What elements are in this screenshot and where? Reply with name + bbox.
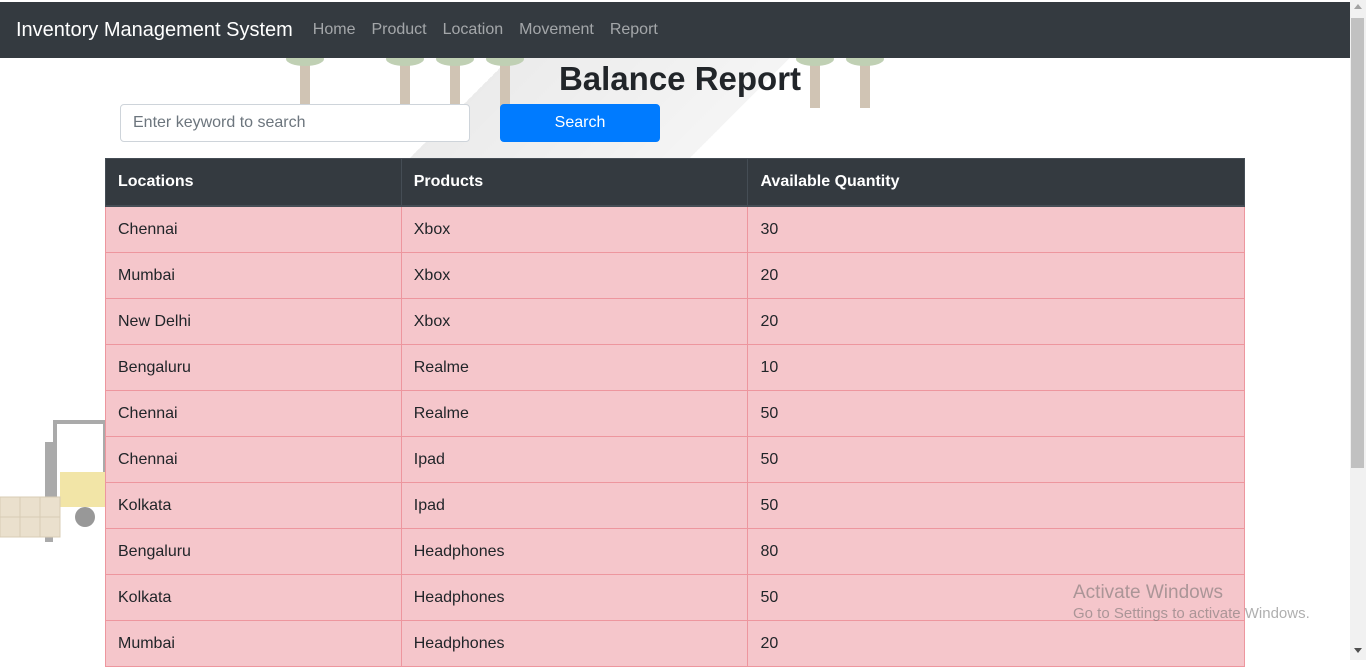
table-row: Chennai Ipad 50 (105, 436, 1245, 483)
vertical-scrollbar[interactable] (1350, 0, 1366, 660)
column-header-products: Products (400, 158, 749, 207)
quantity-cell: 80 (747, 528, 1245, 575)
navbar-brand[interactable]: Inventory Management System (16, 19, 293, 42)
location-cell: Kolkata (105, 482, 402, 529)
watermark-title: Activate Windows (1073, 582, 1223, 603)
scroll-up-arrow-icon[interactable] (1354, 4, 1362, 9)
column-header-locations: Locations (105, 158, 402, 207)
quantity-cell: 20 (747, 298, 1245, 345)
product-cell: Realme (400, 390, 749, 437)
location-cell: Chennai (105, 390, 402, 437)
watermark-subtitle: Go to Settings to activate Windows. (1073, 605, 1310, 622)
quantity-cell: 30 (747, 205, 1245, 253)
quantity-cell: 50 (747, 436, 1245, 483)
product-cell: Ipad (400, 436, 749, 483)
quantity-cell: 10 (747, 344, 1245, 391)
table-row: Chennai Realme 50 (105, 390, 1245, 437)
search-input[interactable] (120, 104, 470, 142)
product-cell: Xbox (400, 298, 749, 345)
product-cell: Headphones (400, 528, 749, 575)
table-row: Bengaluru Headphones 80 (105, 528, 1245, 575)
location-cell: Chennai (105, 205, 402, 253)
product-cell: Xbox (400, 205, 749, 253)
table-row: Bengaluru Realme 10 (105, 344, 1245, 391)
scrollbar-thumb[interactable] (1351, 18, 1364, 468)
product-cell: Ipad (400, 482, 749, 529)
nav-link-home[interactable]: Home (305, 21, 364, 39)
quantity-cell: 50 (747, 390, 1245, 437)
nav-link-report[interactable]: Report (602, 21, 666, 39)
location-cell: Chennai (105, 436, 402, 483)
product-cell: Xbox (400, 252, 749, 299)
location-cell: Bengaluru (105, 344, 402, 391)
windows-activation-watermark: Activate Windows Go to Settings to activ… (1073, 582, 1310, 624)
table-row: Kolkata Ipad 50 (105, 482, 1245, 529)
table-row: New Delhi Xbox 20 (105, 298, 1245, 345)
nav-link-product[interactable]: Product (363, 21, 434, 39)
location-cell: Kolkata (105, 574, 402, 621)
location-cell: Mumbai (105, 252, 402, 299)
scroll-down-arrow-icon[interactable] (1354, 648, 1362, 653)
nav-link-movement[interactable]: Movement (511, 21, 602, 39)
product-cell: Headphones (400, 574, 749, 621)
quantity-cell: 20 (747, 252, 1245, 299)
table-row: Chennai Xbox 30 (105, 205, 1245, 253)
page-title: Balance Report (558, 60, 802, 97)
location-cell: Bengaluru (105, 528, 402, 575)
navbar: Inventory Management System Home Product… (0, 2, 1350, 58)
nav-link-location[interactable]: Location (435, 21, 512, 39)
search-button[interactable]: Search (500, 104, 660, 142)
product-cell: Realme (400, 344, 749, 391)
quantity-cell: 50 (747, 482, 1245, 529)
column-header-available-quantity: Available Quantity (747, 158, 1245, 207)
table-row: Mumbai Xbox 20 (105, 252, 1245, 299)
location-cell: New Delhi (105, 298, 402, 345)
forklift-icon (0, 420, 107, 542)
table-header-row: Locations Products Available Quantity (105, 158, 1245, 207)
